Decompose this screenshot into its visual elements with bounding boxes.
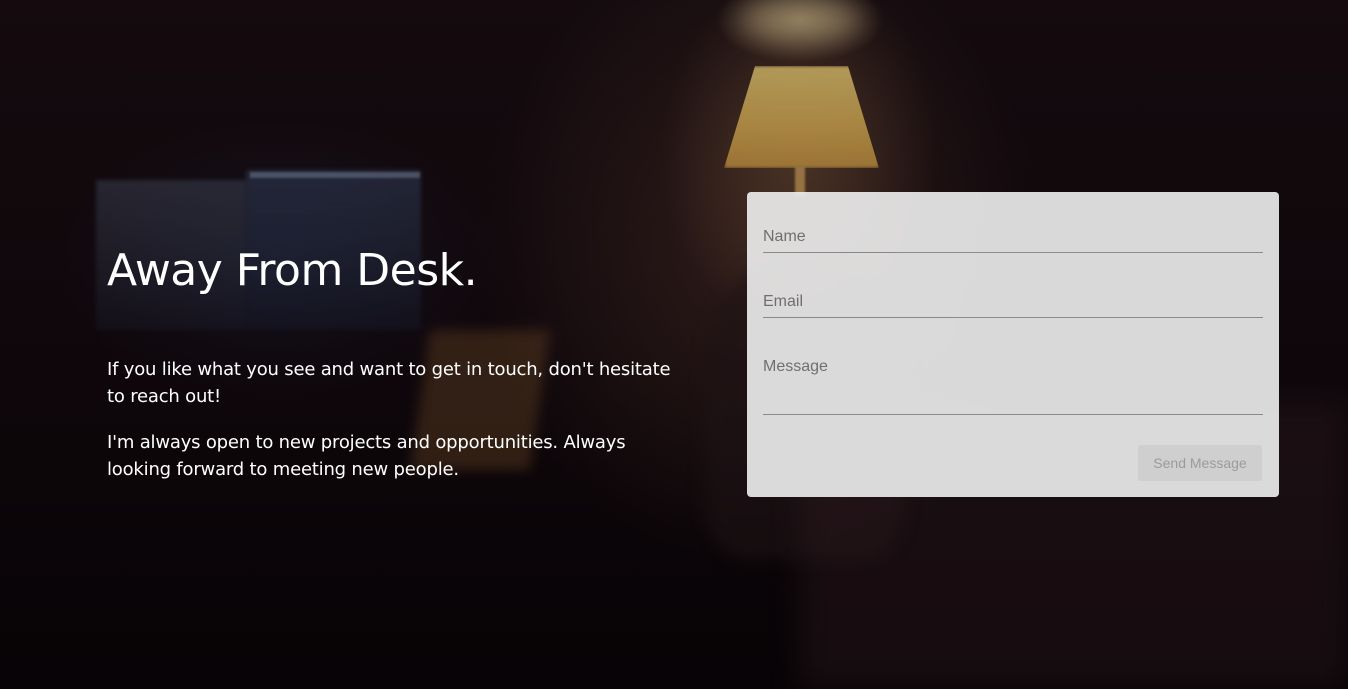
page-title: Away From Desk. (107, 245, 478, 296)
contact-form: Send Message (747, 192, 1279, 497)
email-field-wrapper (763, 293, 1263, 318)
name-field-wrapper (763, 228, 1263, 253)
send-message-button[interactable]: Send Message (1138, 445, 1262, 481)
message-textarea[interactable] (763, 358, 1263, 412)
message-field-wrapper (763, 358, 1263, 415)
intro-paragraph: If you like what you see and want to get… (107, 359, 671, 407)
availability-paragraph: I'm always open to new projects and oppo… (107, 432, 626, 480)
contact-intro: Away From Desk. If you like what you see… (107, 240, 687, 483)
name-input[interactable] (763, 228, 1263, 246)
contact-hero: Away From Desk. If you like what you see… (0, 0, 1348, 689)
email-input[interactable] (763, 293, 1263, 311)
